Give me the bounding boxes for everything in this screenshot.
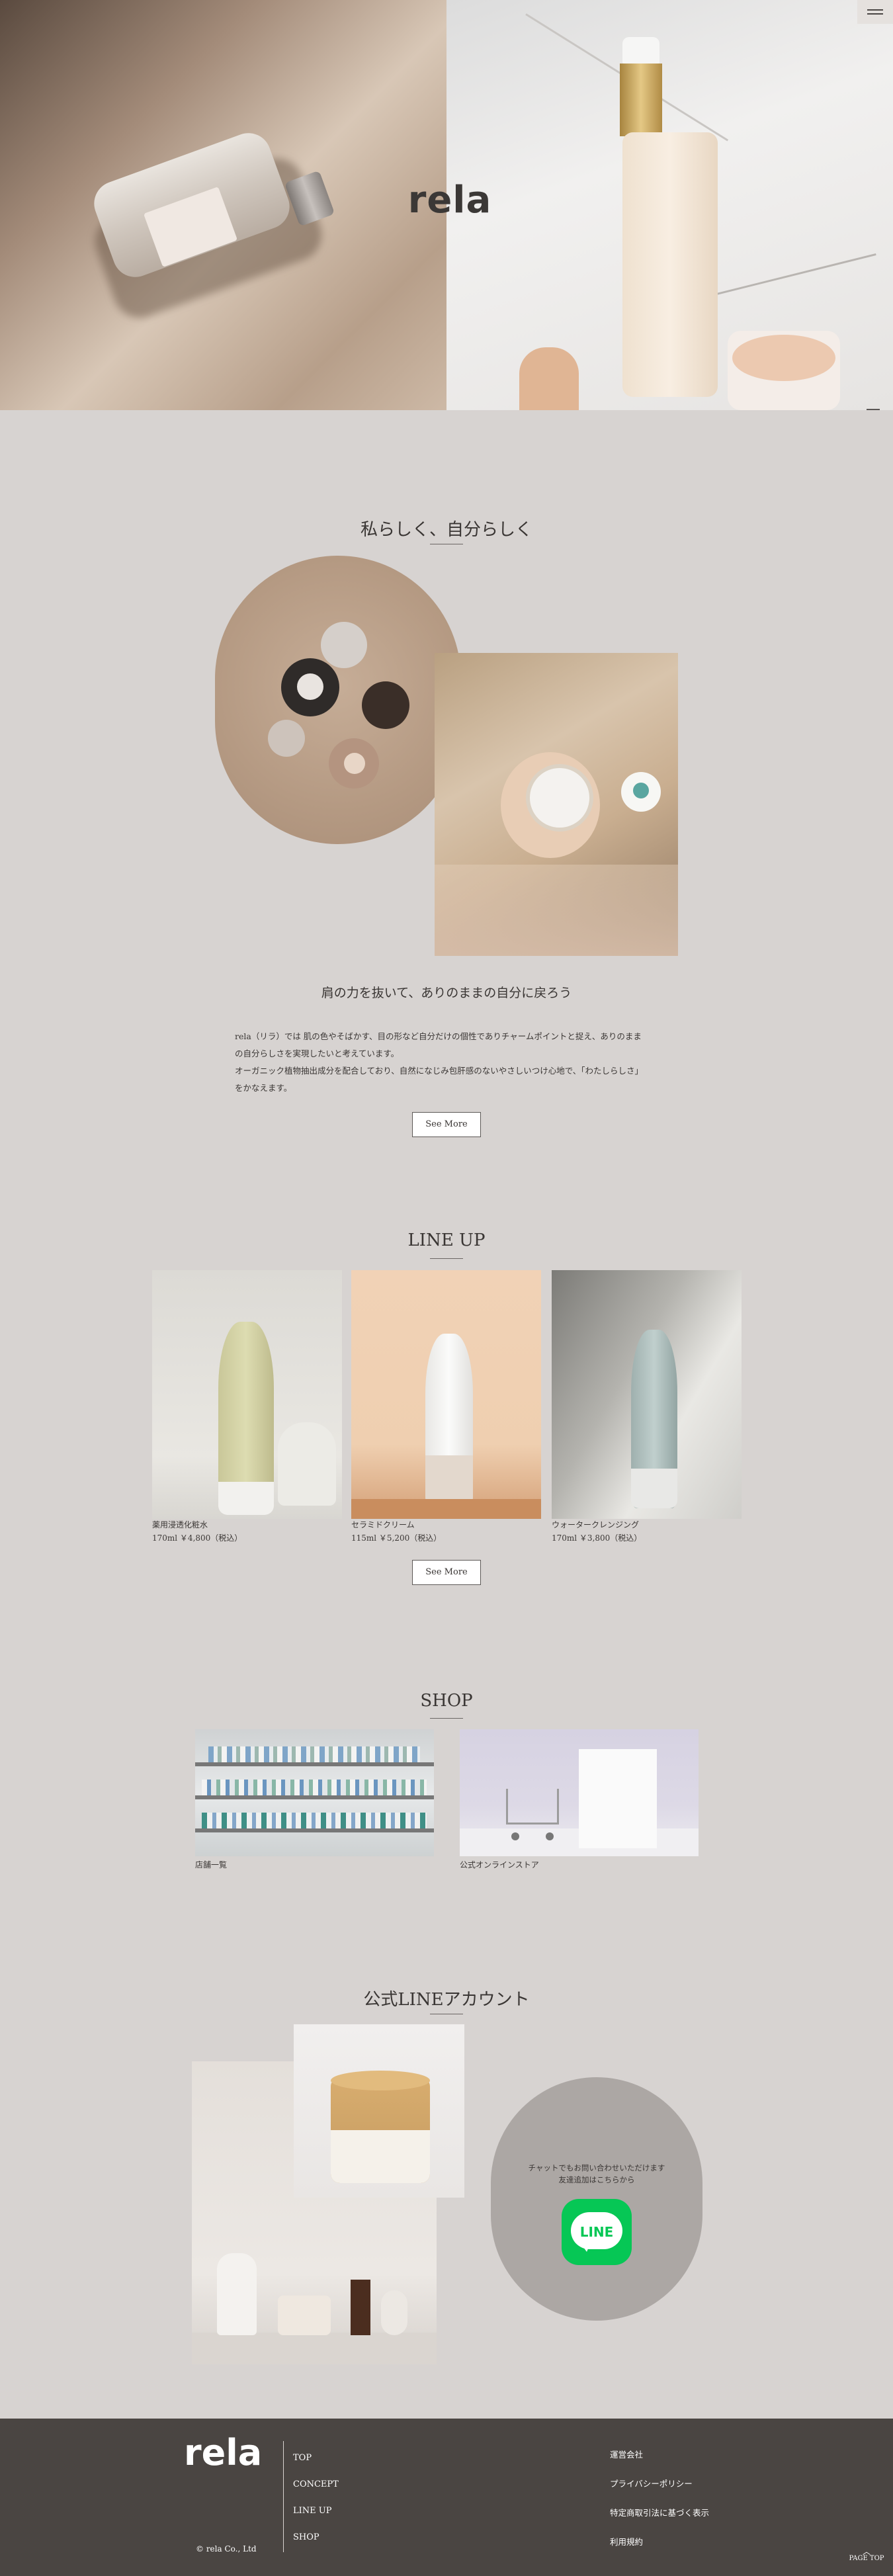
product-image[interactable] — [351, 1270, 541, 1519]
footer-link-terms[interactable]: 利用規約 — [610, 2535, 643, 2548]
concept-text-line: オーガニック植物抽出成分を配合しており、自然になじみ包肝感のないやさしいつけ心地… — [235, 1066, 644, 1076]
line-title: 公式LINEアカウント — [363, 1990, 530, 2010]
hamburger-icon — [867, 9, 883, 11]
concept-subtitle: 肩の力を抜いて、ありのままの自分に戻ろう — [321, 986, 572, 1000]
lineup-see-more-button[interactable]: See More — [412, 1560, 481, 1585]
copyright: © rela Co., Ltd — [196, 2544, 257, 2554]
shop-title: SHOP — [420, 1691, 473, 1711]
footer — [0, 2419, 893, 2576]
footer-link-company[interactable]: 運営会社 — [610, 2448, 643, 2460]
line-text-2: 友達追加はこちらから — [558, 2175, 635, 2184]
hero-logo[interactable]: rela — [404, 179, 496, 222]
concept-text-line: rela（リラ）では 肌の色やそばかす、目の形など自分だけの個性でありチャームポ… — [235, 1031, 642, 1041]
shop-label[interactable]: 店舗一覧 — [195, 1859, 227, 1870]
hero-left-image — [0, 0, 446, 410]
product-name: セラミドクリーム — [351, 1520, 415, 1529]
footer-nav-top[interactable]: TOP — [293, 2453, 312, 2463]
concept-oval-image — [215, 556, 461, 844]
title-divider — [430, 1718, 463, 1719]
product-image[interactable] — [552, 1270, 742, 1519]
footer-logo[interactable]: rela — [184, 2432, 270, 2473]
product-image[interactable] — [152, 1270, 342, 1519]
concept-title: 私らしく、自分らしく — [360, 520, 532, 540]
cosmetics-jar-image — [294, 2024, 464, 2198]
shop-online-image[interactable] — [460, 1729, 699, 1856]
concept-hands-image — [435, 653, 678, 956]
footer-divider — [283, 2441, 284, 2552]
footer-link-commerce[interactable]: 特定商取引法に基づく表示 — [610, 2506, 709, 2518]
product-detail: 170ml ￥3,800（税込） — [552, 1533, 642, 1543]
chevron-up-icon: ︿ — [862, 2547, 871, 2556]
concept-text-line: の自分らしさを実現したいと考えています。 — [235, 1049, 400, 1058]
menu-button[interactable] — [857, 0, 893, 24]
footer-nav-concept[interactable]: CONCEPT — [293, 2479, 339, 2489]
shop-label[interactable]: 公式オンラインストア — [460, 1859, 539, 1870]
lineup-title: LINE UP — [407, 1230, 486, 1250]
product-detail: 115ml ￥5,200（税込） — [351, 1533, 442, 1543]
page-top-label: PAGE TOP — [849, 2555, 884, 2562]
product-name: ウォータークレンジング — [552, 1520, 640, 1529]
pump-bottle-image — [622, 37, 659, 64]
product-detail: 170ml ￥4,800（税込） — [152, 1533, 243, 1543]
line-text-1: チャットでもお問い合わせいただけます — [528, 2163, 665, 2172]
product-name: 薬用浸透化粧水 — [152, 1520, 208, 1529]
hero-right-image — [446, 0, 893, 410]
scroll-indicator — [867, 409, 880, 410]
footer-nav-lineup[interactable]: LINE UP — [293, 2506, 331, 2516]
concept-see-more-button[interactable]: See More — [412, 1112, 481, 1137]
footer-link-privacy[interactable]: プライバシーポリシー — [610, 2477, 693, 2489]
concept-text-line: をかなえます。 — [235, 1083, 292, 1093]
hero: rela — [0, 0, 893, 410]
shop-store-image[interactable] — [195, 1729, 434, 1856]
footer-nav-shop[interactable]: SHOP — [293, 2532, 319, 2542]
line-logo-button[interactable]: LINE — [562, 2199, 632, 2265]
page-top-button[interactable]: ︿ PAGE TOP — [845, 2548, 888, 2562]
title-divider — [430, 1258, 463, 1259]
line-logo-text: LINE — [579, 2224, 614, 2240]
